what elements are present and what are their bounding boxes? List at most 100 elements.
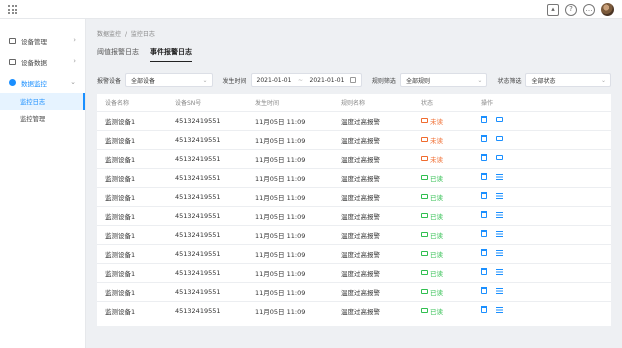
status-unread-badge: 未读 — [421, 135, 443, 145]
device-sn-cell: 45132419551 — [167, 167, 247, 187]
detail-list-icon[interactable] — [496, 268, 503, 275]
table-row[interactable]: 监测设备1 45132419551 11月05日 11:09 温度过高报警 未读 — [97, 148, 611, 168]
status-cell: 已读 — [413, 224, 473, 244]
table-row[interactable]: 监测设备1 45132419551 11月05日 11:09 温度过高报警 已读 — [97, 243, 611, 263]
occur-time-cell: 11月05日 11:09 — [247, 262, 333, 282]
sidebar-group-device-data[interactable]: 设备数据 › — [0, 51, 85, 72]
top-bar: ▴ ? … — [0, 0, 622, 19]
chevron-down-icon: ⌄ — [600, 77, 606, 84]
table-row[interactable]: 监测设备1 45132419551 11月05日 11:09 温度过高报警 已读 — [97, 224, 611, 244]
chat-icon[interactable]: … — [583, 3, 595, 16]
column-header-occur-time: 发生时间 — [255, 99, 280, 107]
status-unread-badge: 未读 — [421, 154, 443, 164]
table-row[interactable]: 监测设备1 45132419551 11月05日 11:09 温度过高报警 已读 — [97, 281, 611, 301]
status-text: 已读 — [430, 231, 443, 240]
table-row[interactable]: 监测设备1 45132419551 11月05日 11:09 温度过高报警 未读 — [97, 129, 611, 149]
row-actions — [481, 249, 503, 256]
breadcrumb-parent[interactable]: 数据监控 — [97, 31, 121, 38]
chart-icon[interactable]: ▴ — [547, 3, 559, 16]
message-read-icon — [421, 251, 428, 256]
delete-icon[interactable] — [481, 173, 487, 180]
delete-icon[interactable] — [481, 306, 487, 314]
table-row[interactable]: 监测设备1 45132419551 11月05日 11:09 温度过高报警 已读 — [97, 186, 611, 206]
detail-list-icon[interactable] — [496, 287, 503, 294]
delete-icon[interactable] — [481, 116, 487, 123]
delete-icon[interactable] — [481, 268, 487, 275]
column-header-device-sn: 设备SN号 — [175, 99, 202, 107]
sidebar-item-monitor-management[interactable]: 监控管理 — [0, 110, 85, 127]
mark-read-icon[interactable] — [496, 117, 503, 122]
table-row[interactable]: 监测设备1 45132419551 11月05日 11:09 温度过高报警 已读 — [97, 167, 611, 187]
device-sn-cell: 45132419551 — [167, 224, 247, 244]
status-text: 已读 — [430, 174, 443, 183]
status-read-badge: 已读 — [421, 230, 443, 240]
actions-cell — [473, 167, 611, 187]
filter-bar: 报警设备 全部设备 ⌄ 发生时间 2021-01-01 ~ 2021-01-01… — [97, 72, 611, 88]
apps-grid-icon[interactable] — [8, 5, 17, 14]
tab-threshold-alarm-log[interactable]: 阈值报警日志 — [97, 47, 139, 62]
mark-read-icon[interactable] — [496, 136, 503, 141]
table-row[interactable]: 监测设备1 45132419551 11月05日 11:09 温度过高报警 已读 — [97, 262, 611, 282]
status-cell: 已读 — [413, 186, 473, 206]
status-read-badge: 已读 — [421, 249, 443, 259]
detail-list-icon[interactable] — [496, 230, 503, 237]
device-name-cell: 监测设备1 — [97, 243, 167, 263]
time-label: 发生时间 — [222, 77, 247, 85]
column-header-status: 状态 — [421, 99, 434, 107]
row-actions — [481, 211, 503, 218]
delete-icon[interactable] — [481, 192, 487, 199]
help-icon[interactable]: ? — [565, 3, 577, 16]
delete-icon[interactable] — [481, 249, 487, 256]
detail-list-icon[interactable] — [496, 306, 503, 313]
rule-filter-select[interactable]: 全部规则 ⌄ — [399, 73, 488, 87]
table-body: 监测设备1 45132419551 11月05日 11:09 温度过高报警 未读 监测设备… — [97, 110, 611, 320]
status-text: 未读 — [430, 155, 443, 164]
row-actions — [481, 135, 503, 142]
table-row[interactable]: 监测设备1 45132419551 11月05日 11:09 温度过高报警 已读 — [97, 300, 611, 320]
alarm-device-select[interactable]: 全部设备 ⌄ — [125, 73, 213, 87]
status-cell: 已读 — [413, 300, 473, 320]
device-sn-cell: 45132419551 — [167, 281, 247, 301]
message-read-icon — [421, 175, 428, 180]
device-sn-cell: 45132419551 — [167, 262, 247, 282]
device-name-cell: 监测设备1 — [97, 281, 167, 301]
column-header-rule-name: 规则名称 — [341, 99, 366, 107]
detail-list-icon[interactable] — [496, 249, 503, 256]
rule-name-cell: 温度过高报警 — [333, 148, 413, 168]
sidebar-group-label: 设备数据 — [21, 58, 47, 67]
sidebar-item-monitor-log[interactable]: 监控日志 — [0, 93, 85, 110]
message-read-icon — [421, 289, 428, 294]
table-row[interactable]: 监测设备1 45132419551 11月05日 11:09 温度过高报警 未读 — [97, 110, 611, 130]
tab-event-alarm-log[interactable]: 事件报警日志 — [150, 47, 192, 62]
table-row[interactable]: 监测设备1 45132419551 11月05日 11:09 温度过高报警 已读 — [97, 205, 611, 225]
delete-icon[interactable] — [481, 287, 487, 294]
delete-icon[interactable] — [481, 211, 487, 218]
delete-icon[interactable] — [481, 135, 487, 142]
device-name-cell: 监测设备1 — [97, 110, 167, 130]
breadcrumb-separator: / — [124, 31, 127, 38]
actions-cell — [473, 205, 611, 225]
sidebar-group-device-management[interactable]: 设备管理 › — [0, 30, 85, 51]
status-text: 已读 — [430, 212, 443, 221]
actions-cell — [473, 243, 611, 263]
detail-list-icon[interactable] — [496, 211, 503, 218]
delete-icon[interactable] — [481, 154, 487, 161]
detail-list-icon[interactable] — [496, 192, 503, 199]
occur-time-cell: 11月05日 11:09 — [247, 167, 333, 187]
alarm-table: 设备名称 设备SN号 发生时间 规则名称 状态 操作 监测设备1 45132419… — [97, 94, 611, 326]
row-actions — [481, 173, 503, 180]
sidebar-group-data-monitor[interactable]: 数据监控 ⌄ — [0, 72, 85, 93]
status-cell: 已读 — [413, 262, 473, 282]
rule-name-cell: 温度过高报警 — [333, 129, 413, 149]
message-read-icon — [421, 213, 428, 218]
detail-list-icon[interactable] — [496, 173, 503, 180]
message-read-icon — [421, 308, 428, 314]
device-sn-cell: 45132419551 — [167, 243, 247, 263]
actions-cell — [473, 262, 611, 282]
status-filter-select[interactable]: 全部状态 ⌄ — [525, 73, 611, 87]
mark-read-icon[interactable] — [496, 155, 503, 160]
rule-name-cell: 温度过高报警 — [333, 224, 413, 244]
date-range-picker[interactable]: 2021-01-01 ~ 2021-01-01 — [250, 73, 362, 87]
user-avatar[interactable] — [601, 3, 614, 16]
delete-icon[interactable] — [481, 230, 487, 237]
